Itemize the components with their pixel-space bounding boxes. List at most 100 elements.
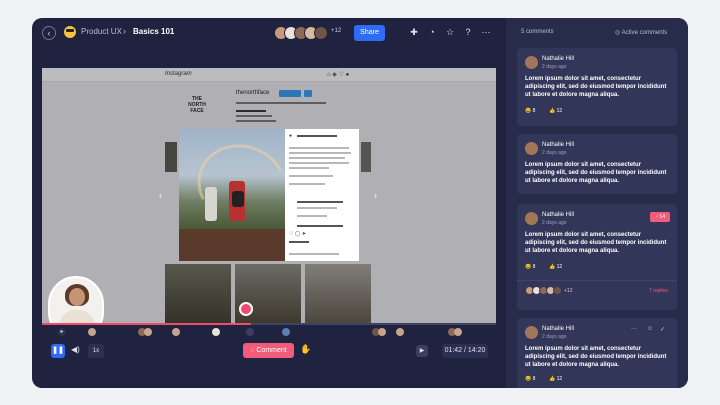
more-icon[interactable]: ··· xyxy=(631,326,637,332)
comment-text: Lorem ipsum dolor sit amet, consectetur … xyxy=(525,232,667,254)
comment-marker[interactable] xyxy=(88,328,96,336)
active-comments-label: Active comments xyxy=(621,30,668,36)
timeline[interactable]: ▸ xyxy=(42,321,496,337)
star-icon[interactable]: ☆ xyxy=(444,26,456,38)
comment-author: Nathalie Hill xyxy=(542,142,575,148)
reaction-add-icon[interactable]: ☺ xyxy=(647,326,653,332)
comment-marker[interactable] xyxy=(246,328,254,336)
post-comment-line xyxy=(297,215,327,217)
hiker-figure xyxy=(205,187,217,221)
comment-card[interactable]: Nathalie Hill 2 days ago ◔ 14 Lorem ipsu… xyxy=(517,204,677,310)
thumbs-count: 12 xyxy=(556,264,563,270)
video-stage[interactable]: Instagram ⌂ ◈ ♡ ● THE NORTH FACE thenorthf… xyxy=(42,68,496,323)
thumbs-reaction[interactable]: 👍 12 xyxy=(549,108,562,114)
replies-link[interactable]: 7 replies xyxy=(649,288,668,294)
post-lightbox: ● ♡ ◯ ➤ xyxy=(179,129,359,261)
play-mode-icon[interactable]: ▶ xyxy=(416,345,428,357)
comment-author: Nathalie Hill xyxy=(542,326,575,332)
thread-footer[interactable]: +12 7 replies xyxy=(517,280,677,300)
comment-marker[interactable] xyxy=(378,328,386,336)
comment-badge[interactable]: ◔ 14 xyxy=(650,212,670,222)
post-details: ● ♡ ◯ ➤ xyxy=(285,129,359,261)
resolve-icon[interactable]: ✓ xyxy=(660,326,665,333)
speed-button[interactable]: 1x xyxy=(88,344,104,358)
more-icon[interactable]: ··· xyxy=(480,26,492,38)
comments-count: 5 comments xyxy=(521,29,554,35)
comment-marker[interactable] xyxy=(212,328,220,336)
comment-text: Lorem ipsum dolor sit amet, consectetur … xyxy=(525,76,667,98)
comment-time: 2 days ago xyxy=(542,220,567,226)
ground-shape xyxy=(179,229,285,261)
laugh-reaction[interactable]: 😆 8 xyxy=(525,376,535,382)
thumbs-up-icon: 👍 xyxy=(549,108,556,114)
comment-author: Nathalie Hill xyxy=(542,212,575,218)
avatar xyxy=(553,286,562,295)
bell-icon[interactable]: ◔ xyxy=(426,26,438,38)
thumbs-up-icon: 👍 xyxy=(549,376,556,382)
thumbs-reaction[interactable]: 👍 12 xyxy=(549,264,562,270)
post-comment-line xyxy=(297,201,343,203)
comment-marker[interactable] xyxy=(144,328,152,336)
post-caption-line xyxy=(289,147,349,149)
post-caption-line xyxy=(289,162,349,164)
comment-time: 2 days ago xyxy=(542,334,567,340)
pause-button[interactable]: ❚❚ xyxy=(51,344,65,358)
laugh-count: 8 xyxy=(532,376,536,382)
post-author-line xyxy=(297,135,337,137)
laugh-count: 8 xyxy=(532,264,536,270)
comment-button-label: Comment xyxy=(256,347,287,354)
arrow-left-icon[interactable]: ‹ xyxy=(42,26,56,40)
laugh-emoji-icon: 😆 xyxy=(525,264,532,270)
collaborators-more-count: +12 xyxy=(331,28,342,34)
comment-card[interactable]: Nathalie Hill 2 days ago Lorem ipsum dol… xyxy=(517,48,677,126)
comment-marker[interactable] xyxy=(396,328,404,336)
post-add-comment-line xyxy=(289,253,339,255)
laugh-reaction[interactable]: 😆 8 xyxy=(525,264,535,270)
top-bar: ‹ Product UX › Basics 101 +12 Share ✚ ◔ … xyxy=(32,18,506,48)
comment-marker[interactable] xyxy=(454,328,462,336)
post-action-icons: ♡ ◯ ➤ xyxy=(289,231,307,237)
share-button[interactable]: Share xyxy=(354,25,385,41)
post-caption-line xyxy=(289,167,329,169)
puzzle-icon[interactable]: ✚ xyxy=(408,26,420,38)
comment-marker[interactable]: ▸ xyxy=(58,328,66,336)
thumbs-reaction[interactable]: 👍 12 xyxy=(549,376,562,382)
post-comment-line xyxy=(297,207,337,209)
post-caption-line xyxy=(289,152,351,154)
bell-icon: ◔ xyxy=(655,214,659,220)
laugh-reaction[interactable]: 😆 8 xyxy=(525,108,535,114)
post-caption-line xyxy=(289,157,345,159)
webcam-bubble[interactable] xyxy=(48,276,104,323)
comment-time: 2 days ago xyxy=(542,150,567,156)
breadcrumb-separator: › xyxy=(123,26,126,36)
comment-marker[interactable] xyxy=(282,328,290,336)
breadcrumb-workspace[interactable]: Product UX xyxy=(81,27,122,36)
avatar xyxy=(525,56,538,69)
comment-card[interactable]: Nathalie Hill 2 days ago ··· ☺ ✓ Lorem i… xyxy=(517,318,677,388)
post-caption-line xyxy=(289,175,333,177)
player-controls: ❚❚ ◀) 1x ◌ Comment ✋ ▶ 01:42 / 14:20 xyxy=(32,340,506,362)
page-title: Basics 101 xyxy=(133,27,175,36)
chevron-right-icon: › xyxy=(374,190,377,200)
comments-panel: 5 comments ◎ Active comments Nathalie Hi… xyxy=(506,18,688,388)
thread-participants-more: +12 xyxy=(564,288,573,294)
volume-icon[interactable]: ◀) xyxy=(71,345,80,354)
app-window: ‹ Product UX › Basics 101 +12 Share ✚ ◔ … xyxy=(32,18,688,388)
post-avatar-icon: ● xyxy=(289,133,293,139)
comment-card[interactable]: Nathalie Hill 2 days ago Lorem ipsum dol… xyxy=(517,134,677,194)
timeline-progress xyxy=(42,323,251,325)
comment-button[interactable]: ◌ Comment xyxy=(243,343,294,358)
comment-marker[interactable] xyxy=(172,328,180,336)
player-area: ‹ Product UX › Basics 101 +12 Share ✚ ◔ … xyxy=(32,18,506,388)
active-comments-filter[interactable]: ◎ Active comments xyxy=(615,29,667,36)
presenter-face xyxy=(69,288,85,306)
backpack-shape xyxy=(232,191,244,207)
help-icon[interactable]: ? xyxy=(462,26,474,38)
post-caption-line xyxy=(289,183,325,185)
avatar xyxy=(525,142,538,155)
time-readout: 01:42 / 14:20 xyxy=(442,344,488,358)
playhead-marker[interactable] xyxy=(239,302,253,316)
avatar xyxy=(525,212,538,225)
hand-raise-icon[interactable]: ✋ xyxy=(300,344,311,355)
chevron-left-icon: ‹ xyxy=(159,190,162,200)
